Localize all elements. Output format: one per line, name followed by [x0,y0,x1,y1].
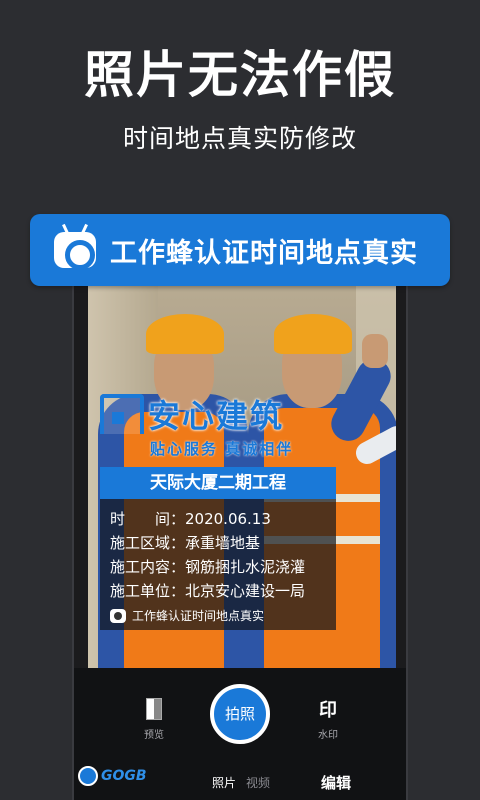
verify-line: 工作蜂认证时间地点真实 [110,607,326,624]
info-time: 时 间：2020.06.13 [110,510,271,528]
subheadline: 时间地点真实防修改 [122,124,357,153]
headline: 照片无法作假 [84,46,396,104]
worker-right-hand [362,334,388,368]
preview-label: 预览 [144,730,164,741]
feature-banner: 工作蜂认证时间地点真实 [30,214,450,286]
camera-icon [54,223,96,270]
project-title: 天际大厦二期工程 [100,467,336,499]
info-content: 施工内容：钢筋捆扎水泥浇灌 [110,558,306,576]
banner-text: 工作蜂认证时间地点真实 [110,237,418,269]
mode-photo-tab[interactable]: 照片 [212,774,236,791]
site-watermark-logo: GOGB [78,766,147,786]
watermark-label: 水印 [318,730,338,741]
worker-right-helmet [274,314,352,354]
brand-logo-icon [100,394,144,434]
promo-screen: 照片无法作假 时间地点真实防修改 安心建筑 贴心服务 真诚相伴 天际大厦二期工程… [0,0,480,800]
shutter-button[interactable]: 拍照 [210,684,270,744]
edit-button[interactable]: 编辑 [321,772,351,793]
camera-antenna [81,223,88,235]
preview-thumbnail-icon [146,698,162,720]
site-logo-glyphs: GOGB [101,768,147,784]
construction-photo: 安心建筑 贴心服务 真诚相伴 天际大厦二期工程 时 间：2020.06.13 施… [88,284,396,668]
camera-antenna [62,223,69,235]
watermark-button[interactable]: 印 水印 [308,696,348,741]
info-company: 施工单位：北京安心建设一局 [110,582,306,600]
mode-video-tab[interactable]: 视频 [246,774,270,791]
verify-text: 工作蜂认证时间地点真实 [132,609,265,623]
brand-slogan: 贴心服务 真诚相伴 [150,440,294,458]
watermark-icon: 印 [319,700,337,721]
brand-row: 安心建筑 [100,392,340,436]
info-area: 施工区域：承重墙地基 [110,534,261,552]
phone-mockup: 安心建筑 贴心服务 真诚相伴 天际大厦二期工程 时 间：2020.06.13 施… [72,232,408,800]
preview-button[interactable]: 预览 [134,698,174,741]
photo-watermark: 安心建筑 贴心服务 真诚相伴 天际大厦二期工程 时 间：2020.06.13 施… [100,392,340,630]
info-panel: 时 间：2020.06.13 施工区域：承重墙地基 施工内容：钢筋捆扎水泥浇灌 … [100,499,336,630]
brand-name: 安心建筑 [148,397,285,435]
site-logo-icon [78,766,98,786]
worker-left-helmet [146,314,224,354]
camera-small-icon [110,608,126,623]
